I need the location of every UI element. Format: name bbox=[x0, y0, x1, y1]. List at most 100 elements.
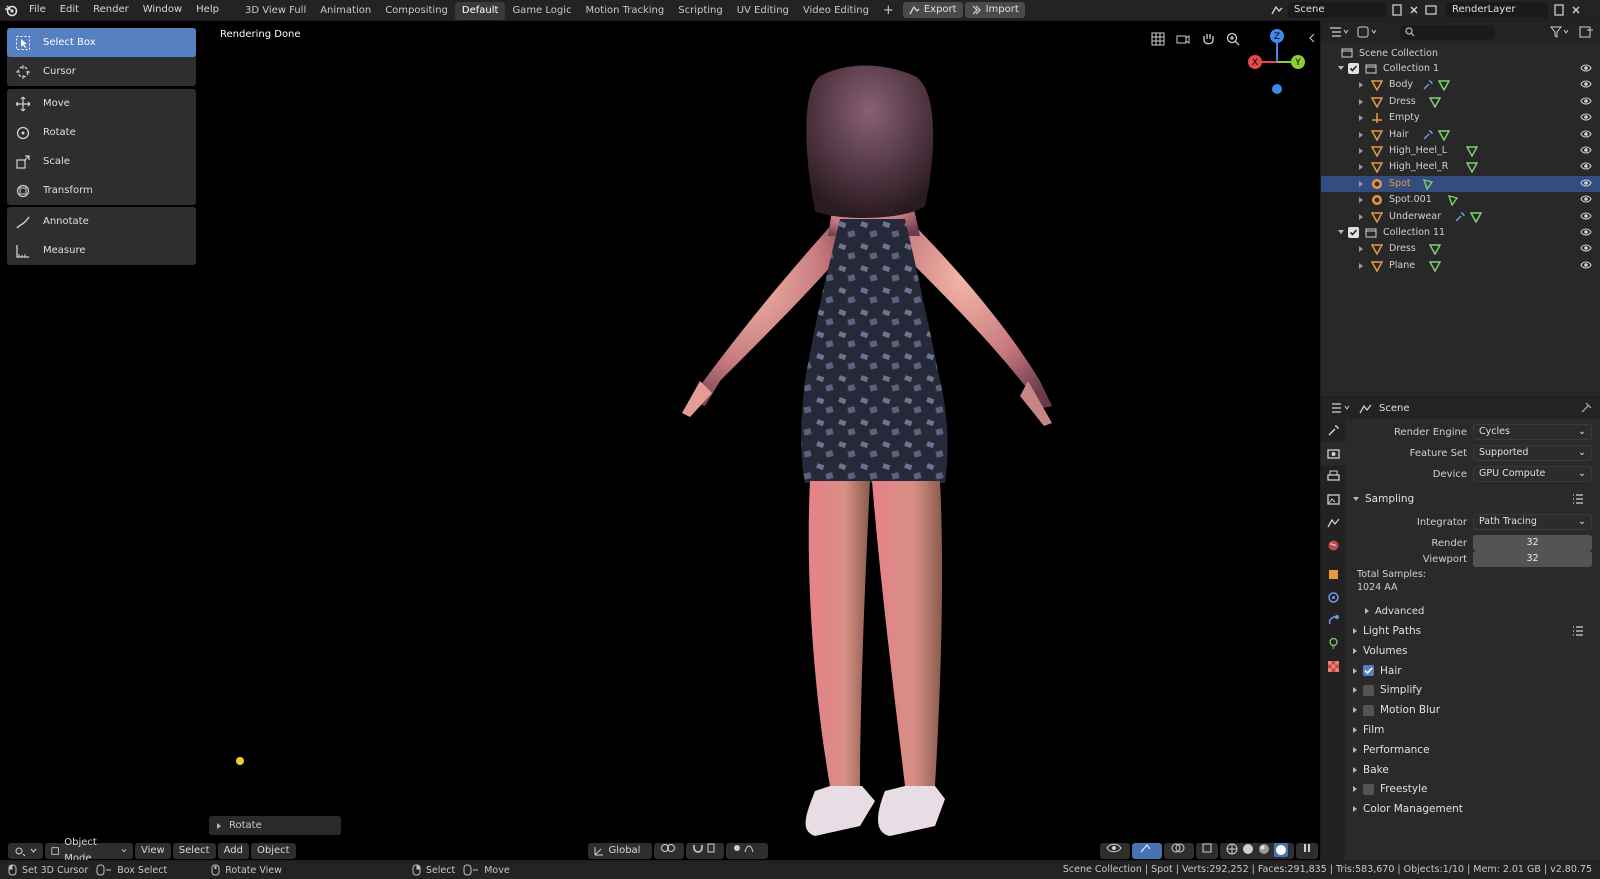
panel-enable-checkbox[interactable] bbox=[1363, 704, 1374, 716]
menu-window[interactable]: Window bbox=[136, 0, 189, 20]
visibility-eye-icon[interactable] bbox=[1580, 211, 1592, 224]
visibility-eye-icon[interactable] bbox=[1580, 63, 1592, 76]
outliner-object-row[interactable]: Plane bbox=[1321, 258, 1600, 274]
panel-performance[interactable]: Performance bbox=[1345, 740, 1600, 760]
panel-film[interactable]: Film bbox=[1345, 720, 1600, 740]
tool-annotate[interactable]: Annotate bbox=[7, 207, 196, 236]
collapse-header-icon[interactable] bbox=[1307, 33, 1317, 43]
pause-render-button[interactable] bbox=[1296, 842, 1318, 859]
tab-scene[interactable] bbox=[1321, 511, 1345, 534]
shading-modes[interactable] bbox=[1220, 842, 1294, 859]
expand-triangle-icon[interactable] bbox=[1359, 262, 1363, 269]
expand-triangle-icon[interactable] bbox=[1359, 82, 1363, 89]
expand-triangle-icon[interactable] bbox=[1359, 164, 1363, 171]
menu-file[interactable]: File bbox=[22, 0, 53, 20]
last-operator-panel[interactable]: Rotate bbox=[209, 816, 341, 835]
scene-icon[interactable] bbox=[1270, 3, 1284, 17]
mesh-data-icon[interactable] bbox=[1466, 161, 1479, 176]
tool-measure[interactable]: Measure bbox=[7, 236, 196, 265]
new-view-layer-icon[interactable] bbox=[1552, 3, 1566, 17]
pin-icon[interactable] bbox=[1580, 402, 1592, 414]
scene-selector[interactable]: Scene bbox=[1288, 2, 1386, 18]
visibility-eye-icon[interactable] bbox=[1580, 260, 1592, 273]
outliner-root[interactable]: Scene Collection bbox=[1321, 45, 1600, 61]
modifier-wrench-icon[interactable] bbox=[1422, 79, 1434, 94]
axis-gizmo[interactable]: Z X Y bbox=[1245, 27, 1315, 107]
workspace-tab-scripting[interactable]: Scripting bbox=[671, 2, 729, 20]
mesh-data-icon[interactable] bbox=[1428, 243, 1441, 258]
visibility-eye-icon[interactable] bbox=[1580, 227, 1592, 240]
workspace-tab-default[interactable]: Default bbox=[454, 1, 506, 20]
overlays-toggle[interactable] bbox=[1164, 842, 1194, 859]
export-button[interactable]: Export bbox=[902, 2, 963, 18]
tab-object[interactable] bbox=[1321, 563, 1345, 586]
panel-freestyle[interactable]: Freestyle bbox=[1345, 779, 1600, 799]
tool-cursor[interactable]: Cursor bbox=[7, 57, 196, 86]
panel-enable-checkbox[interactable] bbox=[1363, 684, 1374, 696]
outliner-object-row[interactable]: Dress bbox=[1321, 241, 1600, 257]
tool-move[interactable]: Move bbox=[7, 89, 196, 118]
workspace-tab-animation[interactable]: Animation bbox=[313, 2, 378, 20]
outliner-object-row[interactable]: Dress bbox=[1321, 94, 1600, 110]
pivot-point-button[interactable] bbox=[653, 842, 684, 859]
editor-type-icon[interactable] bbox=[1329, 26, 1351, 38]
mesh-data-icon[interactable] bbox=[1469, 211, 1482, 226]
render-engine-dropdown[interactable]: Cycles ⌄ bbox=[1473, 424, 1592, 440]
expand-triangle-icon[interactable] bbox=[1359, 197, 1363, 204]
visibility-eye-icon[interactable] bbox=[1580, 178, 1592, 191]
modifier-wrench-icon[interactable] bbox=[1454, 211, 1466, 226]
expand-triangle-icon[interactable] bbox=[1359, 180, 1363, 187]
menu-object[interactable]: Object bbox=[250, 842, 296, 859]
disclosure-triangle-icon[interactable] bbox=[1338, 230, 1344, 234]
panel-hair[interactable]: Hair bbox=[1345, 661, 1600, 681]
outliner-object-row[interactable]: Body bbox=[1321, 77, 1600, 93]
light-data-icon[interactable] bbox=[1447, 194, 1459, 209]
presets-list-icon[interactable] bbox=[1572, 626, 1584, 636]
visibility-eye-icon[interactable] bbox=[1580, 96, 1592, 109]
outliner-object-row[interactable]: High_Heel_R bbox=[1321, 159, 1600, 175]
editor-type-button[interactable] bbox=[8, 842, 43, 859]
camera-view-icon[interactable] bbox=[1175, 31, 1191, 47]
viewport-samples-field[interactable]: 32 bbox=[1473, 551, 1592, 567]
blender-logo-icon[interactable] bbox=[0, 0, 22, 20]
mesh-data-icon[interactable] bbox=[1437, 129, 1451, 144]
menu-help[interactable]: Help bbox=[189, 0, 226, 20]
new-scene-icon[interactable] bbox=[1390, 3, 1404, 17]
material-shading-icon[interactable] bbox=[1258, 843, 1270, 855]
mesh-data-icon[interactable] bbox=[1428, 260, 1441, 275]
workspace-tab-3d-view-full[interactable]: 3D View Full bbox=[238, 2, 313, 20]
expand-triangle-icon[interactable] bbox=[1359, 148, 1363, 154]
visibility-eye-icon[interactable] bbox=[1580, 79, 1592, 92]
add-workspace-button[interactable]: + bbox=[876, 2, 901, 20]
zoom-icon[interactable] bbox=[1225, 31, 1241, 47]
new-collection-icon[interactable] bbox=[1578, 25, 1594, 39]
rendered-shading-icon[interactable] bbox=[1274, 842, 1288, 857]
panel-volumes[interactable]: Volumes bbox=[1345, 641, 1600, 661]
visibility-eye-icon[interactable] bbox=[1580, 112, 1592, 125]
panel-simplify[interactable]: Simplify bbox=[1345, 680, 1600, 700]
panel-color-management[interactable]: Color Management bbox=[1345, 799, 1600, 819]
workspace-tab-video-editing[interactable]: Video Editing bbox=[796, 2, 876, 20]
tool-transform[interactable]: Transform bbox=[7, 176, 196, 205]
3d-viewport[interactable]: Rendering Done Select Box Cursor Move Ro… bbox=[0, 21, 1320, 860]
menu-select[interactable]: Select bbox=[172, 842, 216, 859]
workspace-tab-game-logic[interactable]: Game Logic bbox=[505, 2, 578, 20]
tool-scale[interactable]: Scale bbox=[7, 147, 196, 176]
visibility-eye-icon[interactable] bbox=[1580, 243, 1592, 256]
tab-texture[interactable] bbox=[1321, 655, 1345, 678]
display-mode-icon[interactable] bbox=[1357, 26, 1381, 38]
expand-triangle-icon[interactable] bbox=[1359, 98, 1363, 105]
feature-set-dropdown[interactable]: Supported ⌄ bbox=[1473, 445, 1592, 461]
panel-sampling[interactable]: Sampling bbox=[1345, 489, 1600, 509]
outliner-object-row[interactable]: High_Heel_L bbox=[1321, 143, 1600, 159]
outliner-object-row[interactable]: Empty bbox=[1321, 110, 1600, 126]
outliner-search-input[interactable] bbox=[1399, 24, 1495, 40]
subpanel-advanced[interactable]: Advanced bbox=[1345, 601, 1600, 621]
tab-render[interactable] bbox=[1321, 442, 1345, 465]
panel-enable-checkbox[interactable] bbox=[1363, 665, 1374, 677]
delete-scene-icon[interactable] bbox=[1408, 4, 1420, 16]
disclosure-triangle-icon[interactable] bbox=[1338, 66, 1344, 70]
expand-triangle-icon[interactable] bbox=[1359, 131, 1363, 138]
presets-list-icon[interactable] bbox=[1572, 494, 1584, 504]
tab-view-layer[interactable] bbox=[1321, 488, 1345, 511]
